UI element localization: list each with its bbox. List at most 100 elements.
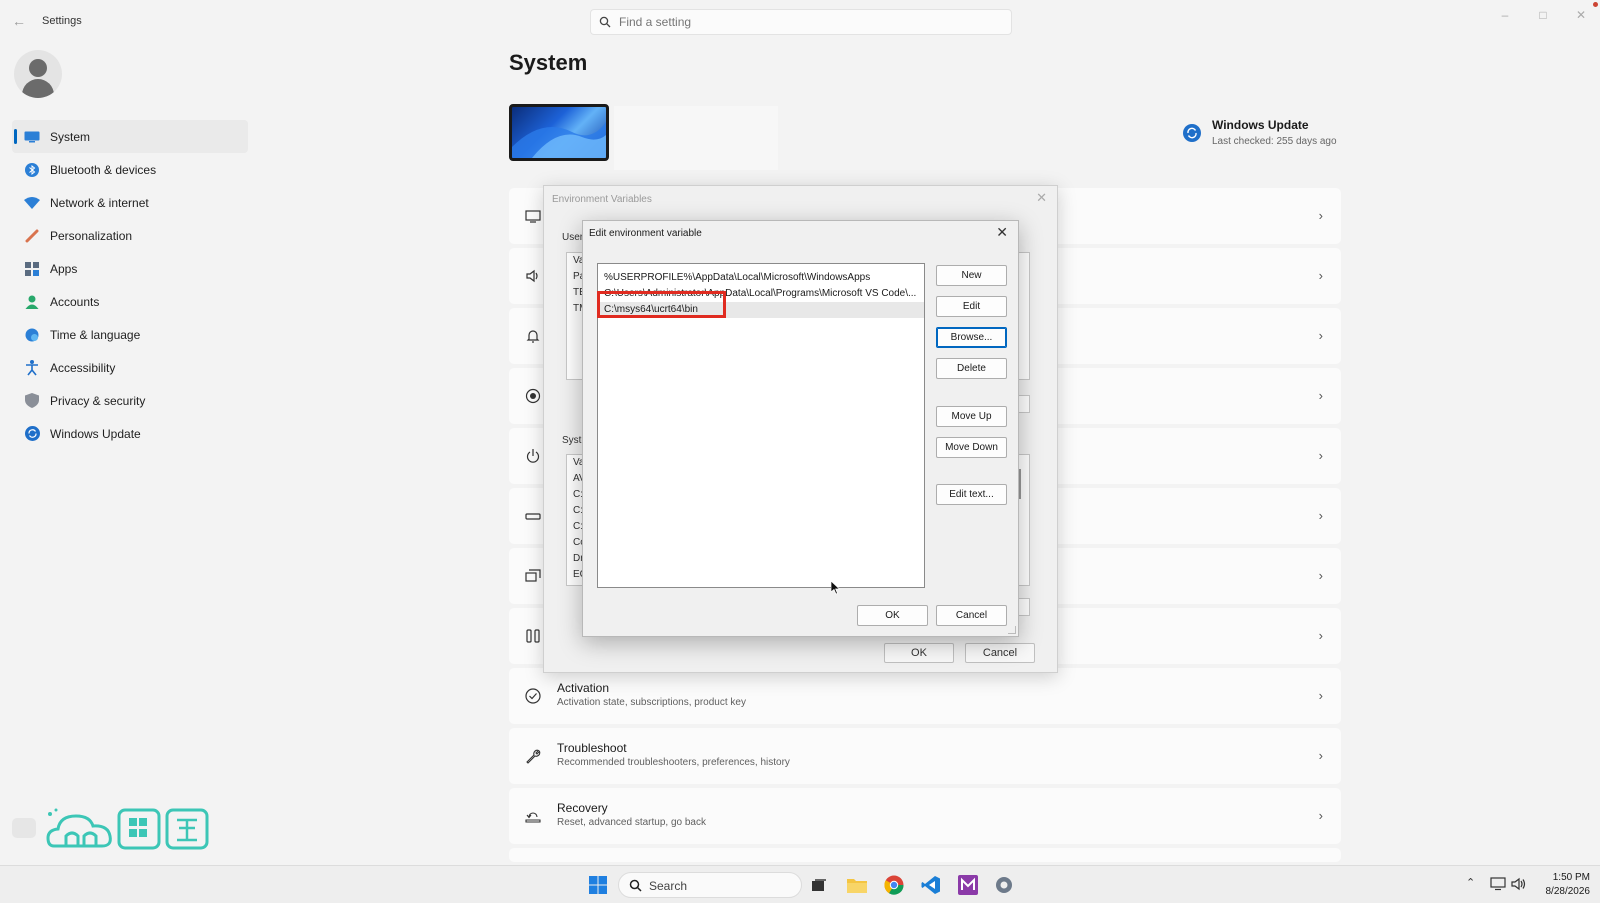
check-circle-icon	[525, 688, 541, 704]
sidebar-item-time-language[interactable]: Time & language	[12, 318, 248, 351]
annotation-highlight-box	[597, 291, 726, 318]
settings-card-troubleshoot[interactable]: Troubleshoot Recommended troubleshooters…	[509, 728, 1341, 784]
vscode-button[interactable]	[920, 874, 942, 896]
gear-icon	[996, 877, 1012, 893]
page-title: System	[509, 50, 588, 75]
volume-icon[interactable]	[1511, 877, 1527, 891]
bluetooth-icon	[24, 162, 40, 178]
sidebar-item-windows-update[interactable]: Windows Update	[12, 417, 248, 450]
msys2-button[interactable]	[957, 874, 979, 896]
bell-icon	[526, 330, 540, 343]
device-name-area	[614, 106, 778, 170]
browse-button[interactable]: Browse...	[936, 327, 1007, 348]
edit-button[interactable]: Edit	[936, 296, 1007, 317]
network-icon[interactable]	[1490, 877, 1506, 891]
new-button[interactable]: New	[936, 265, 1007, 286]
account-icon	[24, 294, 40, 310]
cancel-button[interactable]: Cancel	[936, 605, 1007, 626]
resize-grip[interactable]	[1008, 626, 1016, 634]
vscode-icon	[921, 876, 940, 894]
chevron-right-icon: ›	[1318, 808, 1323, 823]
folder-icon	[847, 879, 867, 893]
sidebar-item-system[interactable]: System	[12, 120, 248, 153]
power-icon	[526, 449, 540, 463]
brush-icon	[24, 228, 40, 244]
card-title: Troubleshoot	[557, 741, 627, 755]
chevron-right-icon: ›	[1318, 508, 1323, 523]
chrome-icon	[884, 875, 904, 895]
settings-card-activation[interactable]: Activation Activation state, subscriptio…	[509, 668, 1341, 724]
apps-icon	[24, 261, 40, 277]
edit-environment-variable-dialog: Edit environment variable ✕ %USERPROFILE…	[582, 220, 1019, 637]
move-up-button[interactable]: Move Up	[936, 406, 1007, 427]
taskbar-search[interactable]: Search	[618, 872, 802, 898]
cloud-logo-icon	[46, 808, 112, 848]
settings-search-box[interactable]	[590, 9, 1012, 35]
ok-button[interactable]: OK	[857, 605, 928, 626]
env-ok-button[interactable]: OK	[884, 643, 954, 663]
edit-text-button[interactable]: Edit text...	[936, 484, 1007, 505]
avatar[interactable]	[14, 50, 62, 98]
sidebar-item-bluetooth[interactable]: Bluetooth & devices	[12, 153, 248, 186]
file-explorer-button[interactable]	[846, 874, 868, 896]
path-list-item[interactable]: %USERPROFILE%\AppData\Local\Microsoft\Wi…	[598, 270, 924, 286]
card-title: Activation	[557, 681, 610, 695]
card-subtitle: Activation state, subscriptions, product…	[557, 697, 746, 708]
back-arrow-icon[interactable]: ←	[12, 13, 28, 29]
sidebar-item-apps[interactable]: Apps	[12, 252, 248, 285]
sidebar-item-accessibility[interactable]: Accessibility	[12, 351, 248, 384]
chrome-button[interactable]	[883, 874, 905, 896]
wifi-icon	[24, 195, 40, 211]
settings-taskbar-button[interactable]	[993, 874, 1015, 896]
app-title: Settings	[42, 15, 82, 27]
maximize-button[interactable]: □	[1524, 0, 1562, 30]
chevron-right-icon: ›	[1318, 748, 1323, 763]
windows-update-status: Last checked: 255 days ago	[1212, 136, 1337, 147]
minimize-button[interactable]: –	[1486, 0, 1524, 30]
watermark-faded-icon	[12, 818, 36, 838]
sidebar-item-personalization[interactable]: Personalization	[12, 219, 248, 252]
task-view-button[interactable]	[808, 874, 830, 896]
user-variables-label: User	[562, 232, 584, 243]
start-button[interactable]	[587, 874, 609, 896]
close-icon[interactable]: ✕	[996, 224, 1008, 241]
delete-button[interactable]: Delete	[936, 358, 1007, 379]
card-subtitle: Recommended troubleshooters, preferences…	[557, 757, 790, 768]
move-down-button[interactable]: Move Down	[936, 437, 1007, 458]
windows-logo-icon	[589, 876, 607, 894]
shield-icon	[24, 393, 40, 409]
chinese-char-badge-icon	[165, 808, 209, 850]
chevron-up-icon[interactable]: ⌃	[1466, 876, 1475, 889]
chevron-right-icon: ›	[1318, 688, 1323, 703]
msys2-icon	[958, 875, 978, 895]
system-icon	[24, 129, 40, 145]
update-icon	[24, 426, 40, 442]
dialog-title: Environment Variables	[552, 194, 652, 205]
sidebar-item-privacy[interactable]: Privacy & security	[12, 384, 248, 417]
taskbar-clock[interactable]: 1:50 PM 8/28/2026	[1530, 871, 1591, 899]
recovery-icon	[525, 812, 541, 823]
chevron-right-icon: ›	[1318, 628, 1323, 643]
settings-card-recovery[interactable]: Recovery Reset, advanced startup, go bac…	[509, 788, 1341, 844]
settings-card-next[interactable]	[509, 848, 1341, 862]
task-view-icon	[812, 879, 826, 891]
env-cancel-button[interactable]: Cancel	[965, 643, 1035, 663]
close-icon[interactable]: ✕	[1036, 190, 1047, 206]
taskbar: Search ⌃ 1:50 PM 8/28/2026	[0, 865, 1600, 903]
speaker-icon	[526, 269, 538, 283]
chevron-right-icon: ›	[1318, 388, 1323, 403]
sidebar-item-network[interactable]: Network & internet	[12, 186, 248, 219]
search-icon	[599, 16, 611, 28]
display-icon	[525, 210, 541, 223]
search-input[interactable]	[619, 13, 999, 31]
chevron-right-icon: ›	[1318, 268, 1323, 283]
notification-dot	[1593, 2, 1598, 7]
chevron-right-icon: ›	[1318, 448, 1323, 463]
windows-update-title[interactable]: Windows Update	[1212, 118, 1309, 132]
app-logo-badge-icon	[117, 808, 161, 850]
multitasking-icon	[525, 569, 541, 582]
focus-icon	[525, 388, 541, 404]
title-bar: ← Settings – □ ✕	[0, 0, 1600, 44]
clock-date: 8/28/2026	[1545, 886, 1591, 897]
sidebar-item-accounts[interactable]: Accounts	[12, 285, 248, 318]
